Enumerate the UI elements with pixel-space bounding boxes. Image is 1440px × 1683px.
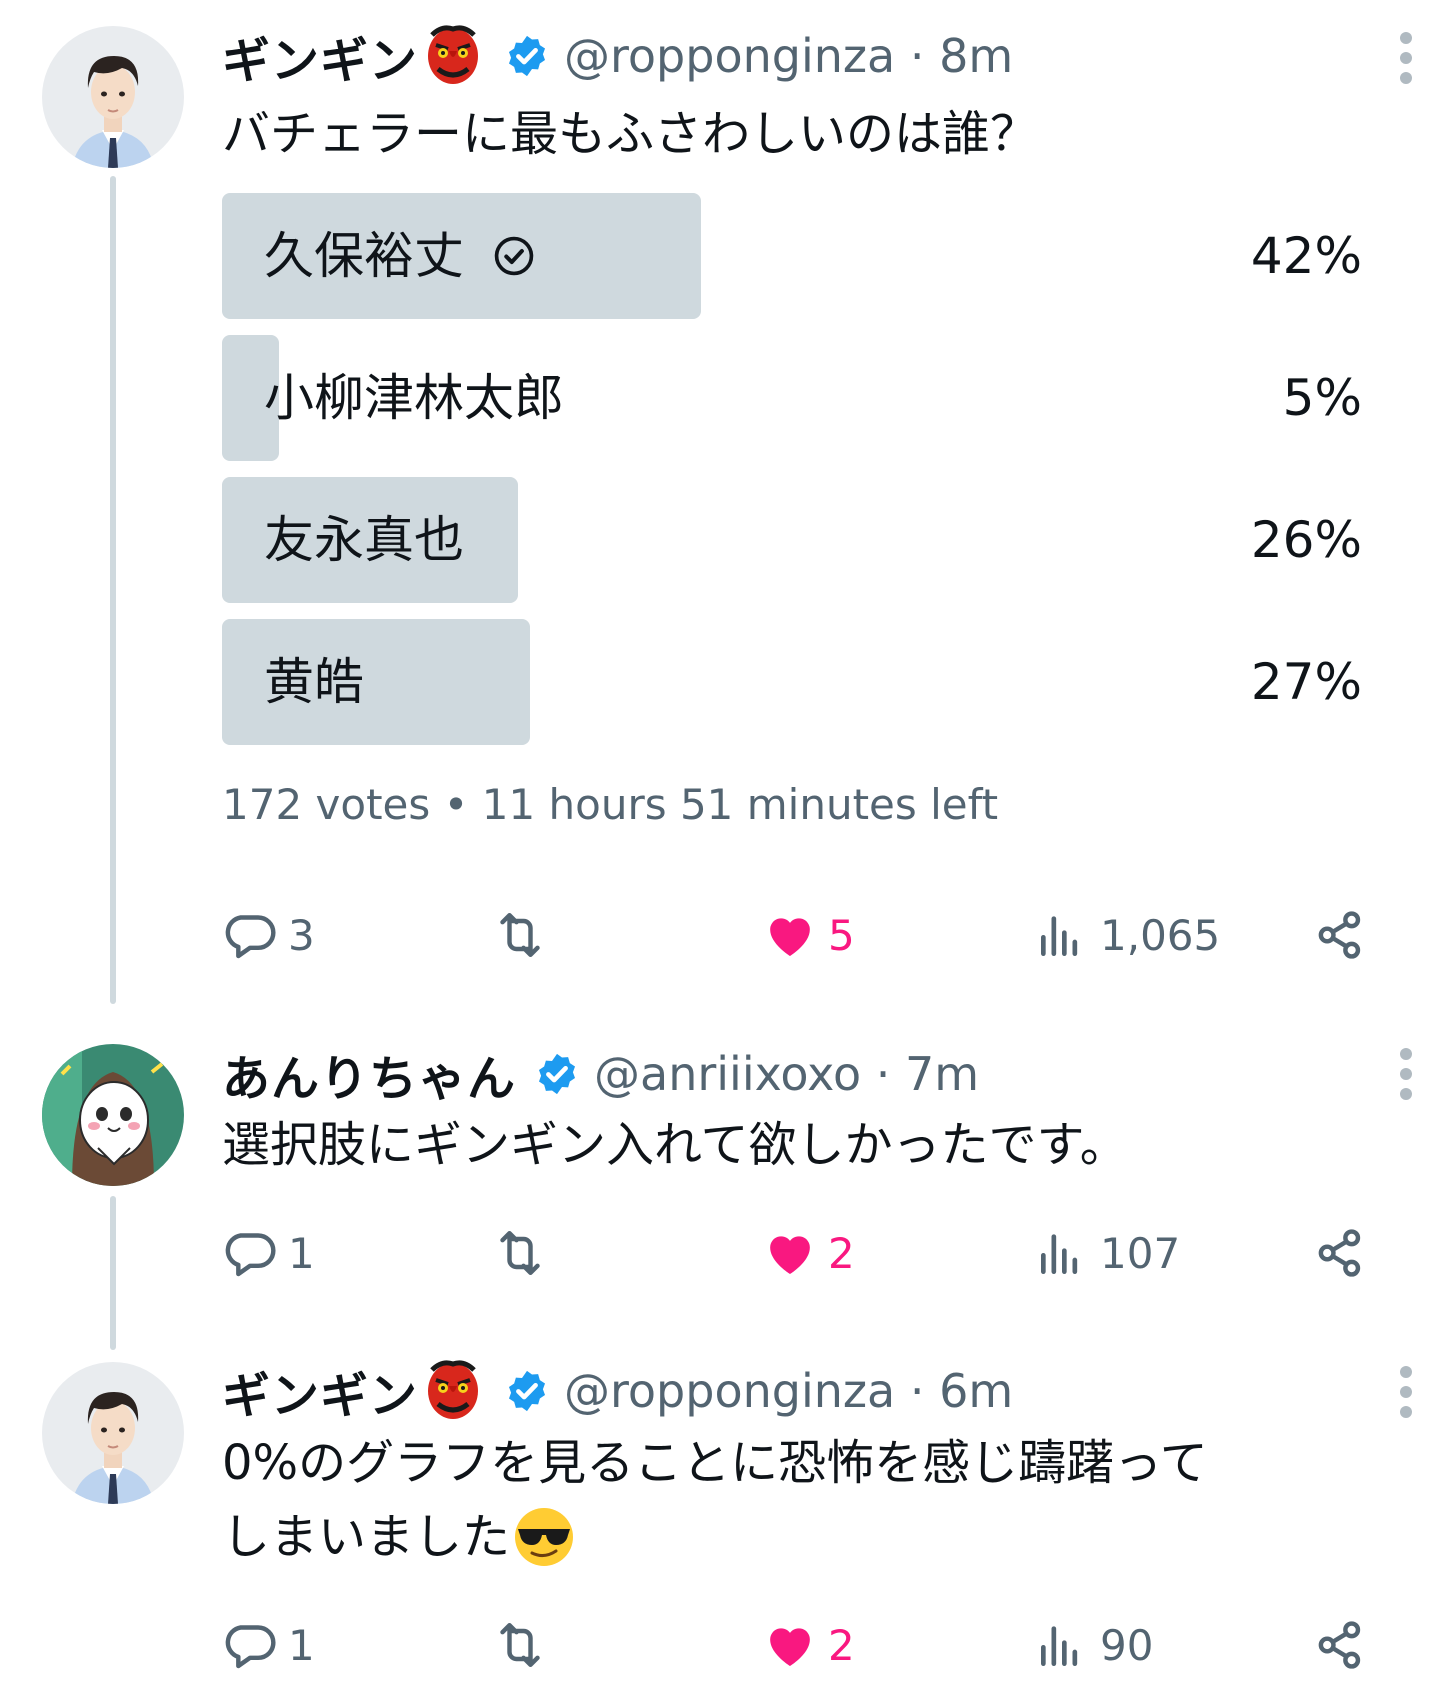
- retweet-button[interactable]: [492, 1218, 548, 1288]
- views-button[interactable]: 107: [1034, 1218, 1180, 1288]
- views-count: 107: [1100, 1228, 1181, 1278]
- poll-option: 友永真也 26%: [222, 477, 1362, 603]
- poll-option-label: 黄皓: [264, 653, 364, 711]
- verified-badge-icon: [534, 1051, 580, 1097]
- reply-count: 1: [288, 1228, 315, 1278]
- verified-badge-icon: [504, 33, 550, 79]
- tweet-actions: 1 2 90: [222, 1610, 1372, 1680]
- reply-icon: [225, 915, 276, 959]
- reply-button[interactable]: 1: [222, 1218, 315, 1288]
- share-button[interactable]: [1312, 1610, 1368, 1680]
- more-icon[interactable]: [1400, 32, 1414, 92]
- thread-line: [110, 1196, 116, 1350]
- share-icon: [1318, 1621, 1361, 1669]
- poll-percent: 27%: [1250, 653, 1362, 711]
- sunglasses-emoji: [515, 1508, 574, 1566]
- like-button[interactable]: 2: [762, 1218, 855, 1288]
- poll-percent: 5%: [1282, 369, 1362, 427]
- views-icon: [1041, 1626, 1078, 1666]
- handle-and-time[interactable]: @ropponginza · 8m: [564, 29, 1013, 83]
- like-count: 2: [828, 1620, 855, 1670]
- share-button[interactable]: [1312, 1218, 1368, 1288]
- display-name[interactable]: ギンギン: [222, 1356, 418, 1426]
- reply-icon: [225, 1233, 276, 1277]
- reply-count: 3: [288, 910, 315, 960]
- tweet-text-line-1: 0%のグラフを見ることに恐怖を感じ躊躇って: [222, 1435, 1208, 1491]
- avatar[interactable]: [42, 1362, 184, 1504]
- tweet-header: ギンギン @ropponginza · 6m: [222, 1356, 1013, 1426]
- share-button[interactable]: [1312, 900, 1368, 970]
- avatar[interactable]: [42, 26, 184, 168]
- poll-option-label: 久保裕丈: [264, 227, 464, 285]
- tweet-text-line-2: しまいました: [222, 1502, 576, 1572]
- handle-and-time[interactable]: @anriiixoxo · 7m: [594, 1047, 979, 1101]
- views-count: 90: [1100, 1620, 1154, 1670]
- poll-percent: 26%: [1250, 511, 1362, 569]
- like-button[interactable]: 2: [762, 1610, 855, 1680]
- reply-button[interactable]: 1: [222, 1610, 315, 1680]
- retweet-icon: [500, 1622, 540, 1668]
- reply-icon: [225, 1625, 276, 1669]
- retweet-icon: [500, 1230, 540, 1276]
- tweet-actions: 1 2 107: [222, 1218, 1372, 1288]
- views-button[interactable]: 1,065: [1034, 900, 1220, 970]
- handle-and-time[interactable]: @ropponginza · 6m: [564, 1364, 1013, 1418]
- views-icon: [1041, 916, 1078, 956]
- tengu-mask-emoji: [424, 1358, 482, 1424]
- poll-option: 小柳津林太郎 5%: [222, 335, 1362, 461]
- views-count: 1,065: [1100, 910, 1221, 960]
- tweet-text: バチェラーに最もふさわしいのは誰？: [222, 106, 1039, 162]
- more-icon[interactable]: [1400, 1366, 1414, 1426]
- like-count: 5: [828, 910, 855, 960]
- tweet-text-span: しまいました: [222, 1509, 511, 1565]
- poll-option-label: 小柳津林太郎: [264, 369, 564, 427]
- retweet-button[interactable]: [492, 900, 548, 970]
- views-icon: [1041, 1234, 1078, 1274]
- tweet-text: 選択肢にギンギン入れて欲しかったです。: [222, 1117, 1128, 1173]
- checkmark-circle-icon: [494, 236, 534, 276]
- thread-line: [110, 176, 116, 1004]
- retweet-button[interactable]: [492, 1610, 548, 1680]
- reply-count: 1: [288, 1620, 315, 1670]
- tengu-mask-emoji: [424, 23, 482, 89]
- like-button[interactable]: 5: [762, 900, 855, 970]
- display-name[interactable]: あんりちゃん: [222, 1039, 516, 1109]
- poll-option: 黄皓 27%: [222, 619, 1362, 745]
- poll-meta: 172 votes • 11 hours 51 minutes left: [222, 780, 999, 829]
- display-name[interactable]: ギンギン: [222, 21, 418, 91]
- tweet-header: ギンギン @ropponginza · 8m: [222, 21, 1013, 91]
- avatar[interactable]: [42, 1044, 184, 1186]
- reply-button[interactable]: 3: [222, 900, 315, 970]
- poll-option: 久保裕丈 42%: [222, 193, 1362, 319]
- heart-icon: [770, 918, 810, 956]
- poll-percent: 42%: [1250, 227, 1362, 285]
- tweet-header: あんりちゃん @anriiixoxo · 7m: [222, 1039, 979, 1109]
- tweet-actions: 3 5 1,065: [222, 900, 1372, 970]
- share-icon: [1318, 911, 1361, 959]
- heart-icon: [770, 1236, 810, 1274]
- poll-option-label: 友永真也: [264, 511, 464, 569]
- verified-badge-icon: [504, 1368, 550, 1414]
- views-button[interactable]: 90: [1034, 1610, 1153, 1680]
- more-icon[interactable]: [1400, 1048, 1414, 1108]
- retweet-icon: [500, 912, 540, 958]
- share-icon: [1318, 1229, 1361, 1277]
- heart-icon: [770, 1628, 810, 1666]
- like-count: 2: [828, 1228, 855, 1278]
